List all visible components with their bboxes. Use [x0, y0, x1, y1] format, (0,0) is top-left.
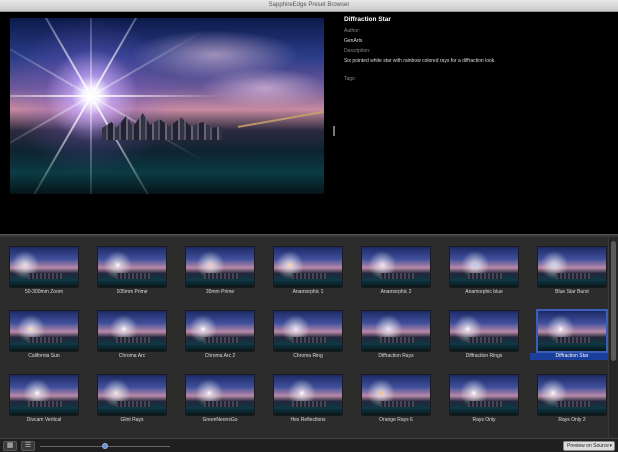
preset-thumbnail [450, 375, 518, 415]
preset-thumbnail [10, 311, 78, 351]
preset-tile[interactable]: 35mm Prime [176, 239, 264, 299]
preset-label: Hex Reflections [290, 417, 326, 423]
preset-thumbnail [10, 375, 78, 415]
vertical-scrollbar[interactable] [608, 237, 618, 438]
preview-mode-dropdown[interactable]: Preview on Source ▾ [563, 441, 615, 451]
preset-thumbnail [274, 375, 342, 415]
preset-label: Glint Rays [120, 417, 144, 423]
preset-thumbnail [538, 375, 606, 415]
preset-thumbnail [450, 247, 518, 287]
author-label: Author: [344, 28, 361, 34]
window-titlebar: SapphireEdge Preset Browser [0, 0, 618, 12]
preset-tile[interactable]: Chroma Arc 2 [176, 303, 264, 363]
preset-thumbnail [10, 247, 78, 287]
preset-name: Diffraction Star [344, 16, 391, 23]
preset-label: Anamorphic 2 [380, 289, 412, 295]
preset-tile[interactable]: Diffraction Star [528, 303, 616, 363]
preset-label: Chroma Arc 2 [204, 353, 236, 359]
preset-tile[interactable]: California Sun [0, 303, 88, 363]
preset-thumbnail [538, 247, 606, 287]
preset-tile[interactable]: Anamorphic 1 [264, 239, 352, 299]
preset-thumbnail [186, 311, 254, 351]
preset-tile[interactable]: Diffraction Rings [440, 303, 528, 363]
preset-tile[interactable]: GreenNeonsGo [176, 367, 264, 427]
preset-thumbnail [186, 375, 254, 415]
preview-mode-value: Preview on Source [567, 443, 609, 449]
preset-browser: 50-300mm Zoom 105mm Prime 35mm Prime Anamor… [0, 237, 618, 438]
preset-thumbnail [98, 311, 166, 351]
preset-tile[interactable]: Rays Only 2 [528, 367, 616, 427]
preset-thumbnail [98, 247, 166, 287]
preset-tile[interactable]: 105mm Prime [88, 239, 176, 299]
preset-info-panel: Diffraction Star Author: GenArts Descrip… [344, 16, 604, 86]
tags-label: Tags: [344, 76, 356, 82]
author-value: GenArts [344, 38, 363, 44]
preset-label: Chroma Arc [118, 353, 146, 359]
preset-tile[interactable]: Orange Rays 6 [352, 367, 440, 427]
preset-label: Diffraction Star [530, 353, 614, 360]
preset-tile[interactable]: 50-300mm Zoom [0, 239, 88, 299]
chevron-down-icon: ▾ [609, 443, 612, 449]
bridge [238, 110, 324, 144]
grid-view-button[interactable]: ▦ [3, 441, 17, 451]
preset-tile[interactable]: Glint Rays [88, 367, 176, 427]
preset-label: 35mm Prime [205, 289, 235, 295]
description-value: Six pointed white star with rainbow colo… [344, 58, 496, 64]
preset-tile[interactable]: Divcam Vertical [0, 367, 88, 427]
pane-resize-grip[interactable] [333, 126, 335, 136]
preset-thumbnail [362, 247, 430, 287]
preset-label: Anamorphic 1 [292, 289, 324, 295]
preset-tile[interactable]: Diffraction Rays [352, 303, 440, 363]
preset-label: Diffraction Rings [465, 353, 503, 359]
preset-thumbnail [274, 247, 342, 287]
bottom-toolbar: ▦ ☰ Preview on Source ▾ [0, 438, 618, 452]
preview-pane: Diffraction Star Author: GenArts Descrip… [0, 12, 618, 234]
preset-label: Chroma Ring [293, 353, 323, 359]
preset-label: 50-300mm Zoom [24, 289, 64, 295]
preset-tile[interactable]: Hex Reflections [264, 367, 352, 427]
preset-tile[interactable]: Chroma Arc [88, 303, 176, 363]
preset-grid: 50-300mm Zoom 105mm Prime 35mm Prime Anamor… [0, 237, 614, 438]
preset-label: 105mm Prime [116, 289, 148, 295]
preset-thumbnail [362, 375, 430, 415]
list-view-button[interactable]: ☰ [21, 441, 35, 451]
preset-label: Diffraction Rays [378, 353, 414, 359]
preset-label: GreenNeonsGo [202, 417, 238, 423]
preset-thumbnail [186, 247, 254, 287]
preset-label: Orange Rays 6 [379, 417, 413, 423]
grid-view-icon: ▦ [6, 442, 14, 449]
scrollbar-knob[interactable] [611, 241, 616, 361]
preset-thumbnail [450, 311, 518, 351]
preset-label: Blue Star Burst [555, 289, 589, 295]
preset-label: California Sun [28, 353, 60, 359]
preset-thumbnail [98, 375, 166, 415]
preset-tile[interactable]: Blue Star Burst [528, 239, 616, 299]
preset-thumbnail [538, 311, 606, 351]
list-view-icon: ☰ [24, 442, 32, 449]
preset-tile[interactable]: Chroma Ring [264, 303, 352, 363]
preset-tile[interactable]: Rays Only [440, 367, 528, 427]
preset-label: Anamorphic blue [465, 289, 503, 295]
preset-tile[interactable]: Anamorphic 2 [352, 239, 440, 299]
preset-preview-image [10, 18, 324, 194]
preset-label: Rays Only 2 [558, 417, 586, 423]
window-title: SapphireEdge Preset Browser [268, 2, 350, 8]
preset-label: Divcam Vertical [26, 417, 62, 423]
city-skyline [102, 113, 222, 140]
thumbnail-size-slider-thumb[interactable] [102, 443, 108, 449]
description-label: Description: [344, 48, 371, 54]
preset-tile[interactable]: Anamorphic blue [440, 239, 528, 299]
preset-label: Rays Only [472, 417, 496, 423]
preset-thumbnail [362, 311, 430, 351]
preset-thumbnail [274, 311, 342, 351]
